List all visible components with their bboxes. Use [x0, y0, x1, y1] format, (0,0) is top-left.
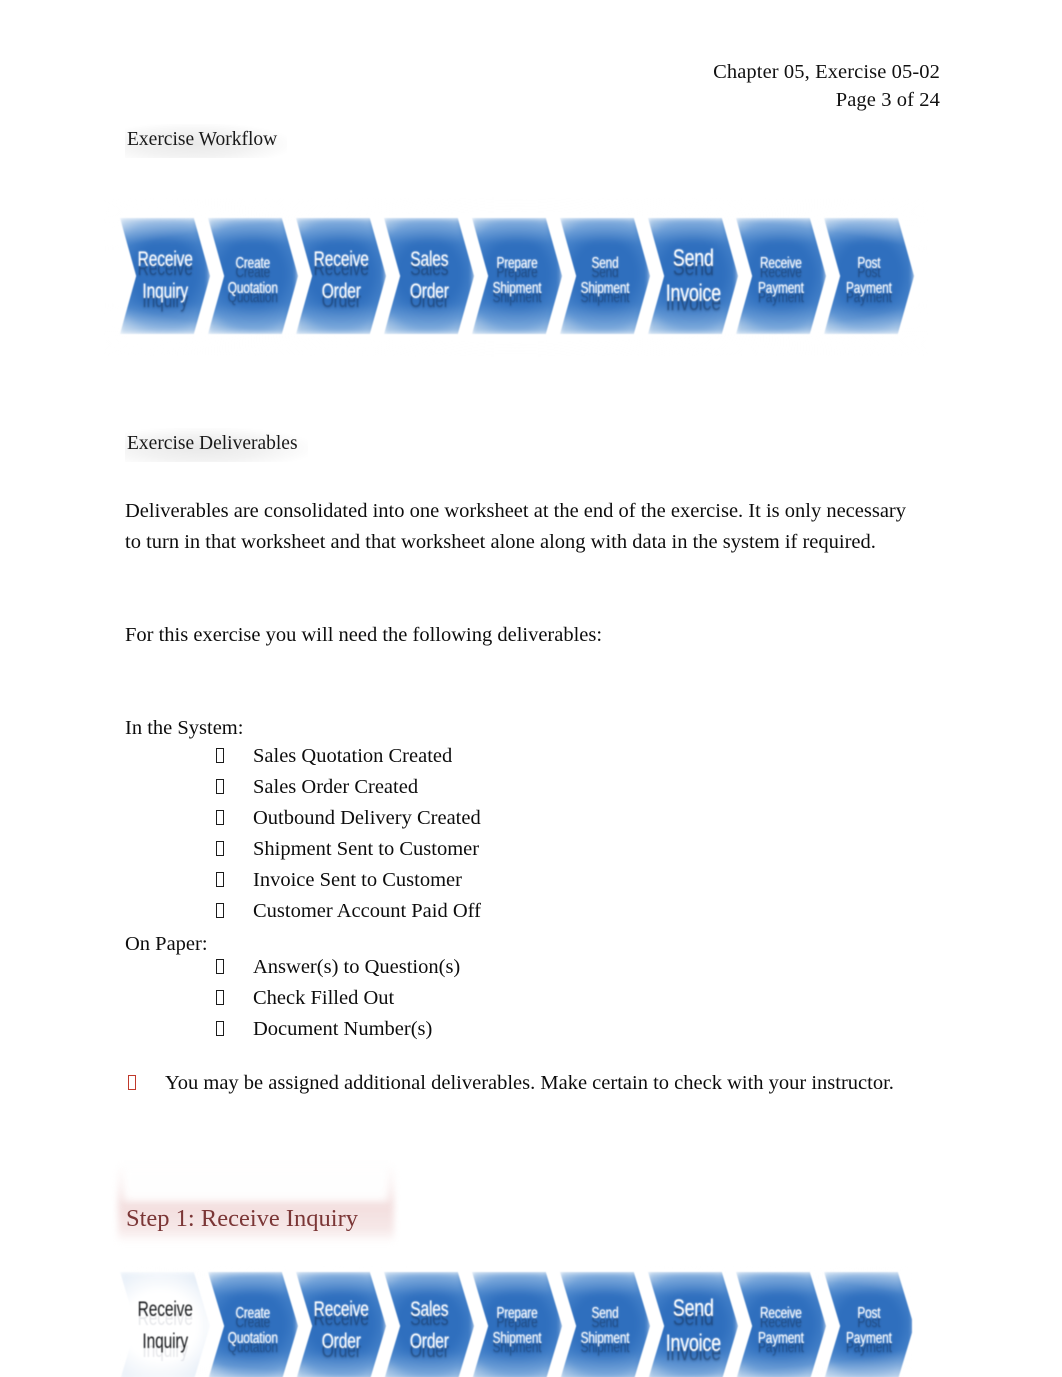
workflow-step-label: Create Quotation — [227, 1305, 279, 1347]
deliverable-system-item: Invoice Sent to Customer — [216, 865, 481, 896]
workflow-step-label: Sales Order — [409, 1298, 449, 1353]
workflow-step-receive-inquiry: Receive Inquiry — [120, 212, 210, 340]
document-header: Chapter 05, Exercise 05-02 Page 3 of 24 — [713, 58, 940, 114]
deliverables-system-label: In the System: — [125, 717, 244, 739]
workflow-step-label: Sales Order — [409, 248, 449, 303]
bullet-tofu-icon — [216, 1021, 224, 1036]
deliverable-paper-item-label: Document Number(s) — [253, 1018, 433, 1040]
workflow-step-send-invoice: Send Invoice — [648, 1266, 738, 1377]
deliverable-paper-item: Check Filled Out — [216, 983, 460, 1014]
workflow-step-label: Send Shipment — [580, 255, 630, 297]
step-heading-title: Step 1: Receive Inquiry — [126, 1205, 359, 1232]
workflow-step-label: Receive Order — [313, 1298, 369, 1353]
workflow-step-label: Post Payment — [846, 1305, 892, 1347]
bullet-tofu-icon — [128, 1075, 136, 1090]
workflow-step-label: Create Quotation — [227, 255, 279, 297]
deliverable-system-item-label: Outbound Delivery Created — [253, 807, 481, 829]
workflow-step-create-quotation: Create Quotation — [208, 1266, 298, 1377]
deliverable-system-item-label: Sales Order Created — [253, 776, 419, 798]
deliverable-paper-item-label: Check Filled Out — [253, 987, 395, 1009]
deliverable-system-item-label: Sales Quotation Created — [253, 745, 453, 767]
workflow-step-receive-order: Receive Order — [296, 212, 386, 340]
deliverables-paper-label: On Paper: — [125, 933, 208, 955]
workflow-step-receive-payment: Receive Payment — [736, 1266, 826, 1377]
workflow-step-label: Prepare Shipment — [492, 1305, 542, 1347]
workflow-step-create-quotation: Create Quotation — [208, 212, 298, 340]
deliverable-system-item: Sales Order Created — [216, 772, 481, 803]
workflow-diagram-bottom: Receive Inquiry Create Quotation Receive O… — [120, 1266, 912, 1377]
workflow-step-post-payment: Post Payment — [824, 1266, 912, 1377]
header-page-line: Page 3 of 24 — [835, 89, 940, 111]
deliverable-system-item-label: Invoice Sent to Customer — [253, 869, 462, 891]
workflow-step-receive-inquiry: Receive Inquiry — [120, 1266, 210, 1377]
workflow-diagram-top: Receive Inquiry Create Quotation Receive O… — [104, 198, 928, 356]
bullet-tofu-icon — [216, 959, 224, 974]
section-heading-exercise-workflow: Exercise Workflow — [125, 124, 288, 158]
bullet-tofu-icon — [216, 779, 224, 794]
header-chapter-line: Chapter 05, Exercise 05-02 — [713, 61, 940, 83]
deliverable-system-item: Customer Account Paid Off — [216, 896, 481, 927]
deliverables-paper-list: Answer(s) to Question(s) Check Filled Out… — [216, 952, 460, 1045]
workflow-step-sales-order: Sales Order — [384, 1266, 474, 1377]
workflow-step-label: Receive Payment — [758, 255, 804, 297]
instructor-note: You may be assigned additional deliverab… — [128, 1068, 894, 1098]
workflow-step-label: Receive Order — [313, 248, 369, 303]
step-heading-background-highlight — [124, 1167, 388, 1201]
deliverable-system-item: Shipment Sent to Customer — [216, 834, 481, 865]
bullet-tofu-icon — [216, 748, 224, 763]
paragraph-deliverables-intro: Deliverables are consolidated into one w… — [125, 500, 906, 553]
deliverable-system-item-label: Shipment Sent to Customer — [253, 838, 480, 860]
workflow-step-post-payment: Post Payment — [824, 212, 914, 340]
workflow-step-receive-payment: Receive Payment — [736, 212, 826, 340]
paragraph-for-this-exercise: For this exercise you will need the foll… — [125, 624, 603, 646]
bullet-tofu-icon — [216, 903, 224, 918]
instructor-note-text: You may be assigned additional deliverab… — [165, 1072, 894, 1094]
workflow-step-send-shipment: Send Shipment — [560, 212, 650, 340]
workflow-step-label: Receive Inquiry — [137, 1298, 193, 1353]
bullet-tofu-icon — [216, 810, 224, 825]
workflow-step-label: Prepare Shipment — [492, 255, 542, 297]
workflow-step-sales-order: Sales Order — [384, 212, 474, 340]
bullet-tofu-icon — [216, 841, 224, 856]
workflow-step-label: Post Payment — [846, 255, 892, 297]
workflow-step-send-invoice: Send Invoice — [648, 212, 738, 340]
bullet-tofu-icon — [216, 872, 224, 887]
workflow-step-label: Send Shipment — [580, 1305, 630, 1347]
deliverable-system-item: Sales Quotation Created — [216, 741, 481, 772]
workflow-step-label: Receive Payment — [758, 1305, 804, 1347]
deliverables-system-list: Sales Quotation Created Sales Order Creat… — [216, 741, 481, 927]
workflow-step-send-shipment: Send Shipment — [560, 1266, 650, 1377]
workflow-step-label: Send Invoice — [665, 245, 721, 307]
bullet-tofu-icon — [216, 990, 224, 1005]
document-page: Chapter 05, Exercise 05-02 Page 3 of 24 … — [0, 0, 1062, 1377]
step-heading-block: Step 1: Receive Inquiry — [118, 1163, 394, 1243]
workflow-step-label: Send Invoice — [665, 1295, 721, 1357]
deliverable-system-item-label: Customer Account Paid Off — [253, 900, 481, 922]
workflow-step-prepare-shipment: Prepare Shipment — [472, 1266, 562, 1377]
deliverable-paper-item: Answer(s) to Question(s) — [216, 952, 460, 983]
deliverable-system-item: Outbound Delivery Created — [216, 803, 481, 834]
section-heading-exercise-deliverables: Exercise Deliverables — [125, 428, 308, 462]
workflow-step-receive-order: Receive Order — [296, 1266, 386, 1377]
workflow-step-label: Receive Inquiry — [137, 248, 193, 303]
workflow-step-prepare-shipment: Prepare Shipment — [472, 212, 562, 340]
deliverable-paper-item-label: Answer(s) to Question(s) — [253, 956, 461, 978]
deliverable-paper-item: Document Number(s) — [216, 1014, 460, 1045]
